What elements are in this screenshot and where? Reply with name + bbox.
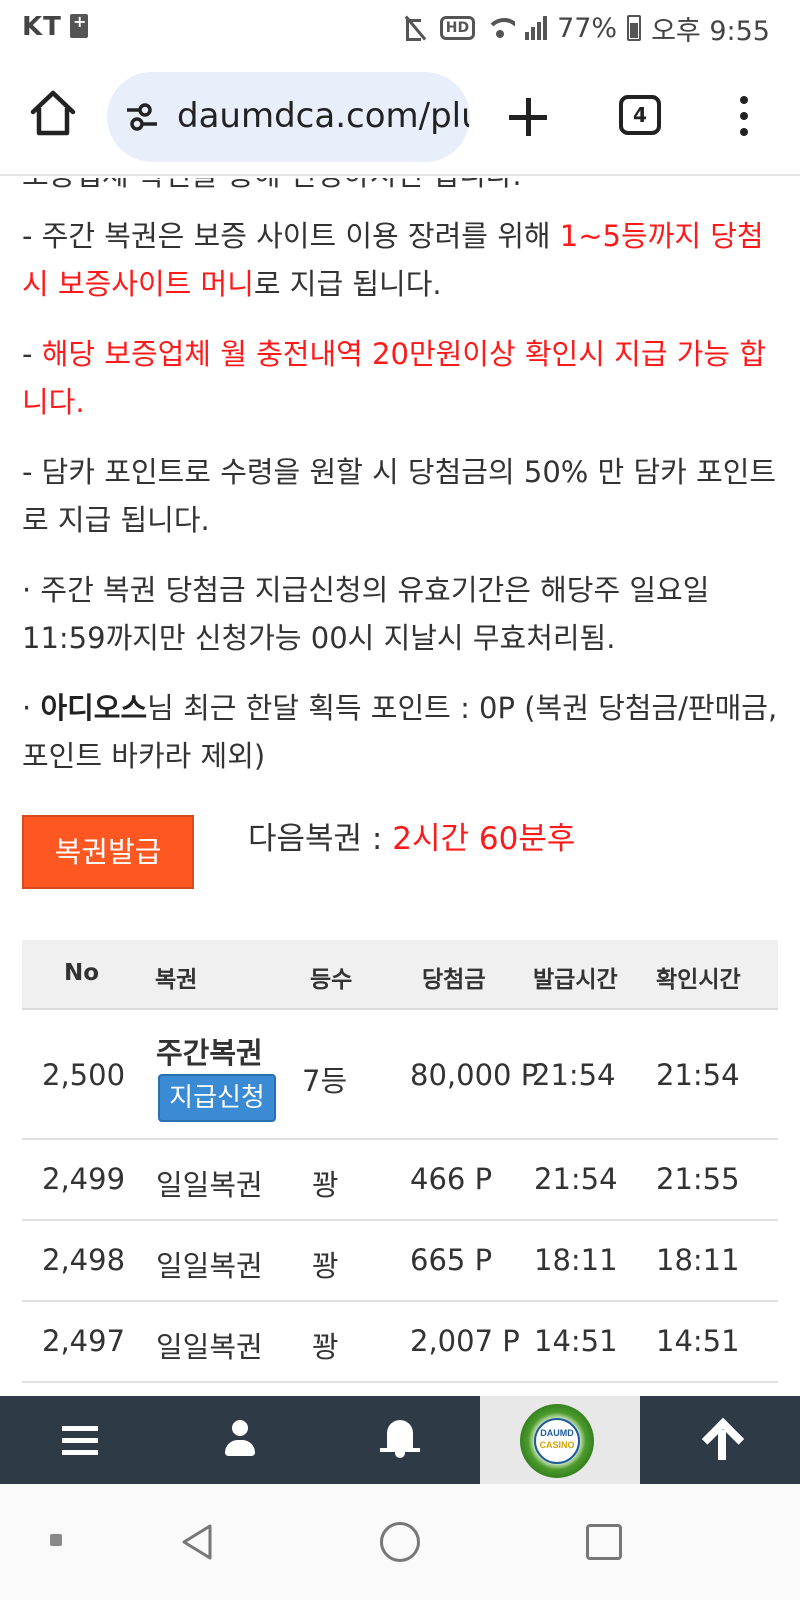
- recent-apps-icon[interactable]: [586, 1524, 622, 1560]
- cut-off-text: 보증업체 확인을 통해 신청하시면 됩니다.: [22, 178, 522, 194]
- bell-icon: [382, 1418, 418, 1462]
- highlight-text: 해당 보증업체 월 충전내역 20만원이상 확인시 지급 가능 합니다.: [22, 337, 766, 419]
- back-icon[interactable]: [178, 1522, 218, 1562]
- keyboard-dot-icon[interactable]: [50, 1534, 62, 1546]
- cell-rank: 꽝: [312, 1330, 339, 1364]
- table-row: 2,497 일일복권 꽝 2,007 P 14:51 14:51: [22, 1302, 778, 1383]
- cell-prize: 80,000 P: [410, 1058, 539, 1092]
- menu-icon: [62, 1426, 98, 1456]
- issue-lottery-button[interactable]: 복권발급: [22, 815, 194, 889]
- table-row: 2,500 주간복권 지급신청 7등 80,000 P 21:54 21:54: [22, 1010, 778, 1140]
- carrier-label: KT: [22, 12, 62, 42]
- table-row: 2,498 일일복권 꽝 665 P 18:11 18:11: [22, 1221, 778, 1302]
- next-lottery-time: 2시간 60분후: [392, 821, 576, 857]
- info-point-payout: - 담카 포인트로 수령을 원할 시 당첨금의 50% 만 담카 포인트로 지급…: [22, 455, 777, 537]
- username: 아디오스: [40, 691, 148, 725]
- page-content: 보증업체 확인을 통해 신청하시면 됩니다. - 주간 복권은 보증 사이트 이…: [0, 178, 800, 1396]
- col-issued: 발급시간: [533, 967, 618, 993]
- cell-no: 2,499: [42, 1162, 126, 1196]
- table-row: 2,499 일일복권 꽝 466 P 21:54 21:55: [22, 1140, 778, 1221]
- cell-checked: 21:54: [656, 1058, 740, 1092]
- mute-icon: [402, 15, 430, 41]
- more-menu-icon[interactable]: [737, 96, 751, 136]
- cell-issued: 21:54: [534, 1162, 618, 1196]
- col-rank: 등수: [310, 967, 353, 993]
- info-validity: · 주간 복권 당첨금 지급신청의 유효기간은 해당주 일요일 11:59까지만…: [22, 573, 710, 655]
- hd-icon: HD: [439, 16, 476, 40]
- battery-percent: 77%: [557, 12, 618, 44]
- battery-icon: [627, 15, 642, 41]
- cell-checked: 18:11: [656, 1243, 740, 1277]
- cell-issued: 14:51: [534, 1324, 618, 1358]
- col-prize: 당첨금: [422, 967, 486, 993]
- status-icons: HD 77% 오후 9:55: [402, 10, 770, 47]
- col-lottery: 복권: [155, 967, 198, 993]
- browser-toolbar: daumdca.com/plu 4: [0, 58, 800, 176]
- cell-rank: 7등: [302, 1064, 348, 1098]
- signal-icon: [525, 16, 548, 40]
- url-bar[interactable]: daumdca.com/plu: [107, 72, 470, 162]
- cell-issued: 21:54: [532, 1058, 616, 1092]
- daumd-casino-logo: DAUMD CASINO: [520, 1404, 594, 1478]
- cell-no: 2,500: [42, 1058, 126, 1092]
- cell-prize: 2,007 P: [410, 1324, 520, 1358]
- status-bar: KT HD 77% 오후 9:55: [0, 0, 800, 58]
- cell-no: 2,498: [42, 1243, 126, 1277]
- cell-lottery: 주간복권: [156, 1036, 263, 1070]
- cell-checked: 21:55: [656, 1162, 740, 1196]
- new-tab-icon[interactable]: [505, 94, 551, 140]
- cell-prize: 665 P: [410, 1243, 493, 1277]
- info-user-points: · 아디오스님 최근 한달 획득 포인트 : 0P (복권 당첨금/판매금, 포…: [22, 691, 778, 773]
- col-checked: 확인시간: [656, 967, 741, 993]
- wifi-icon: [485, 16, 516, 40]
- table-header: No 복권 등수 당첨금 발급시간 확인시간: [22, 940, 778, 1010]
- casino-button[interactable]: DAUMD CASINO: [480, 1396, 640, 1484]
- col-no: No: [64, 960, 100, 986]
- menu-button[interactable]: [0, 1396, 160, 1484]
- next-lottery-timer: 다음복권 : 2시간 60분후: [248, 821, 576, 857]
- cell-checked: 14:51: [656, 1324, 740, 1358]
- clock: 오후 9:55: [651, 15, 770, 47]
- cell-prize: 466 P: [410, 1162, 493, 1196]
- tabs-icon[interactable]: 4: [619, 95, 661, 135]
- user-icon: [222, 1420, 258, 1460]
- cell-issued: 18:11: [534, 1243, 618, 1277]
- scroll-top-button[interactable]: [640, 1396, 800, 1484]
- info-weekly-payout: - 주간 복권은 보증 사이트 이용 장려를 위해 1~5등까지 당첨 시 보증…: [22, 219, 764, 301]
- claim-button[interactable]: 지급신청: [158, 1074, 276, 1122]
- system-nav-bar: [0, 1484, 800, 1600]
- profile-button[interactable]: [160, 1396, 320, 1484]
- info-deposit-condition: - 해당 보증업체 월 충전내역 20만원이상 확인시 지급 가능 합니다.: [22, 337, 766, 419]
- cell-rank: 꽝: [312, 1168, 339, 1202]
- cell-lottery: 일일복권: [156, 1330, 263, 1364]
- home-icon[interactable]: [28, 88, 78, 138]
- home-nav-icon[interactable]: [380, 1522, 420, 1562]
- site-settings-icon[interactable]: [125, 102, 159, 132]
- bottom-nav: DAUMD CASINO: [0, 1396, 800, 1484]
- cell-rank: 꽝: [312, 1249, 339, 1283]
- sim-icon: [70, 12, 88, 38]
- cell-lottery: 일일복권: [156, 1168, 263, 1202]
- notifications-button[interactable]: [320, 1396, 480, 1484]
- lottery-table: No 복권 등수 당첨금 발급시간 확인시간 2,500 주간복권 지급신청 7…: [22, 940, 778, 1383]
- cell-no: 2,497: [42, 1324, 126, 1358]
- cell-lottery: 일일복권: [156, 1249, 263, 1283]
- url-text[interactable]: daumdca.com/plu: [177, 96, 470, 136]
- arrow-up-icon: [702, 1418, 742, 1462]
